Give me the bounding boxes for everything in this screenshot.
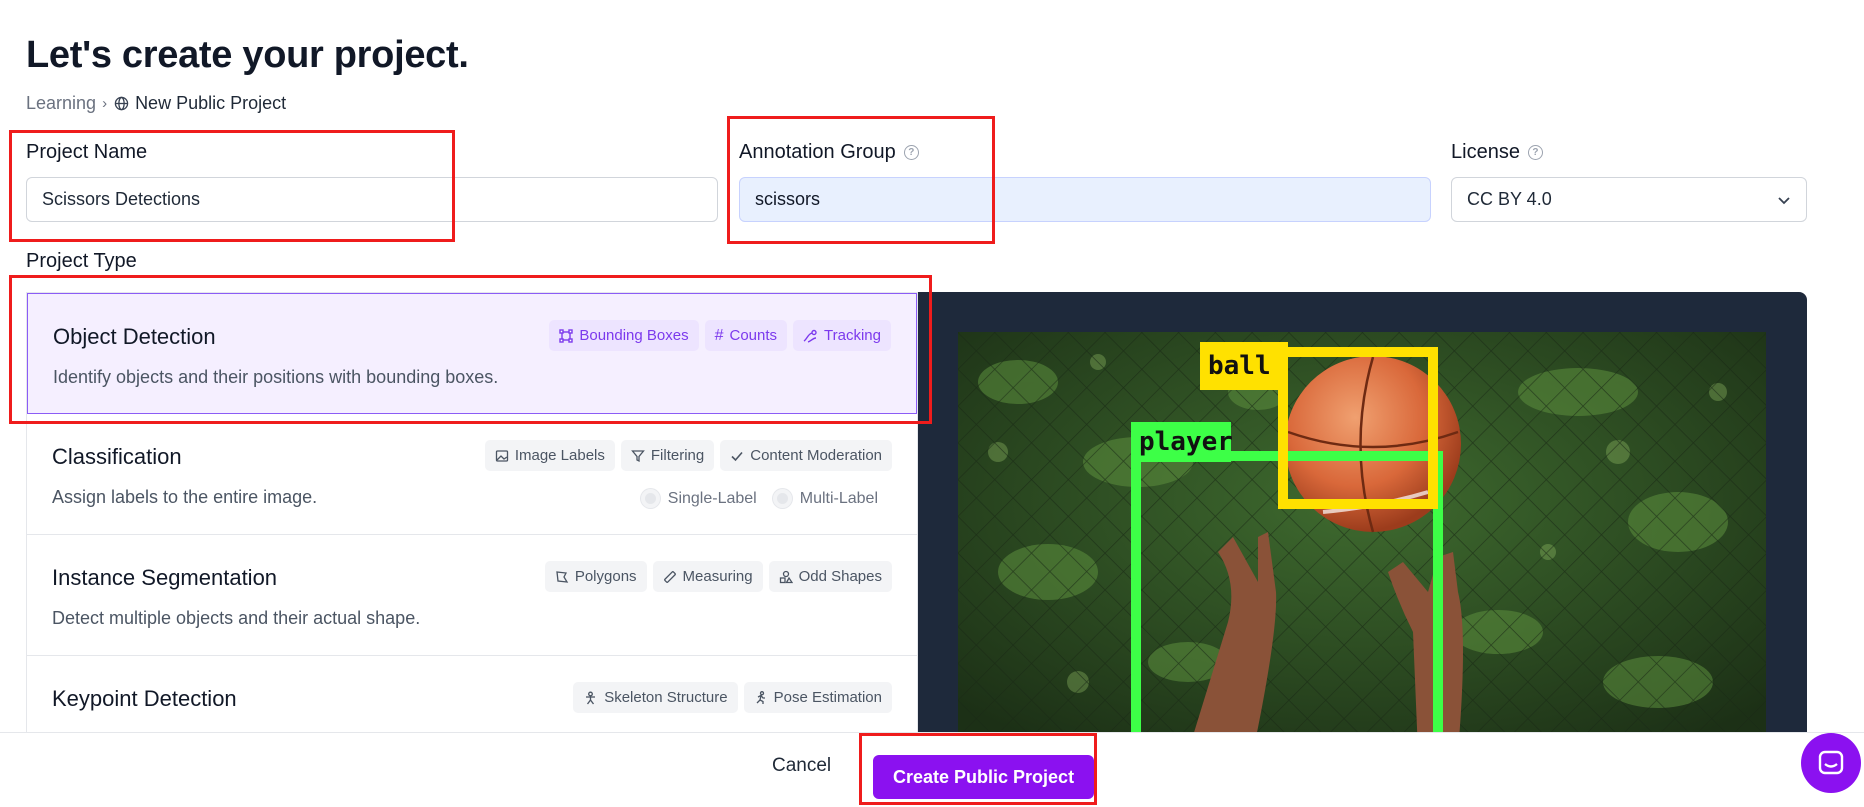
tag-odd-shapes: Odd Shapes xyxy=(768,561,892,592)
project-name-label: Project Name xyxy=(26,141,148,163)
check-icon xyxy=(731,451,743,461)
project-type-instance-segmentation[interactable]: Instance Segmentation Detect multiple ob… xyxy=(27,535,917,656)
tag-measuring: Measuring xyxy=(652,561,763,592)
tag-content-moderation: Content Moderation xyxy=(720,440,892,471)
create-public-project-button[interactable]: Create Public Project xyxy=(873,755,1095,799)
shapes-icon xyxy=(779,570,793,583)
basketball-illustration: player ball xyxy=(958,332,1766,732)
project-type-description: Detect multiple objects and their actual… xyxy=(52,608,421,628)
license-selected-value: CC BY 4.0 xyxy=(1467,189,1552,209)
project-type-description: Identify objects and their positions wit… xyxy=(53,367,499,387)
help-icon[interactable]: ? xyxy=(903,145,919,160)
project-type-label: Project Type xyxy=(26,250,137,272)
polygon-icon xyxy=(556,570,569,583)
annotation-group-label: Annotation Group ? xyxy=(739,141,919,164)
tag-polygons: Polygons xyxy=(544,561,647,592)
skeleton-icon xyxy=(586,691,596,704)
filter-icon xyxy=(631,449,645,462)
image-icon xyxy=(495,449,508,462)
project-type-classification[interactable]: Classification Assign labels to the enti… xyxy=(27,414,917,535)
breadcrumb-current: New Public Project xyxy=(135,93,287,113)
single-label-radio[interactable]: Single-Label xyxy=(640,489,757,508)
chevron-down-icon xyxy=(1778,196,1790,204)
project-name-input[interactable] xyxy=(26,177,718,222)
project-type-preview: player ball xyxy=(918,292,1807,732)
page-title: Let's create your project. xyxy=(26,34,469,76)
project-type-object-detection[interactable]: Object Detection Identify objects and th… xyxy=(27,293,917,414)
footer-bar: Cancel Create Public Project xyxy=(0,732,1864,807)
cancel-button[interactable]: Cancel xyxy=(772,755,831,777)
multi-label-radio[interactable]: Multi-Label xyxy=(772,489,878,508)
tag-filtering: Filtering xyxy=(620,440,715,471)
chat-launcher[interactable] xyxy=(1801,733,1861,793)
hash-icon: # xyxy=(714,326,724,344)
globe-icon xyxy=(114,96,129,111)
ruler-icon xyxy=(663,570,676,583)
tag-pose-estimation: Pose Estimation xyxy=(743,682,892,713)
chat-icon xyxy=(1818,750,1844,775)
tag-image-labels: Image Labels xyxy=(484,440,615,471)
bounding-box-icon xyxy=(559,328,574,343)
ball-label: ball xyxy=(1208,351,1271,381)
example-image: player ball xyxy=(958,332,1766,732)
breadcrumb-parent[interactable]: Learning xyxy=(26,93,96,114)
breadcrumb: Learning › New Public Project xyxy=(26,93,286,114)
tag-bounding-boxes: Bounding Boxes xyxy=(549,320,699,351)
license-select[interactable]: CC BY 4.0 xyxy=(1451,177,1807,222)
project-type-keypoint-detection[interactable]: Keypoint Detection Skeleton Structure Po… xyxy=(27,656,917,732)
running-person-icon xyxy=(756,690,765,704)
chevron-right-icon: › xyxy=(102,95,108,112)
tracking-icon xyxy=(803,329,817,343)
help-icon[interactable]: ? xyxy=(1527,145,1543,160)
tag-skeleton-structure: Skeleton Structure xyxy=(573,682,738,713)
project-type-list: Object Detection Identify objects and th… xyxy=(26,292,918,732)
annotation-group-input[interactable] xyxy=(739,177,1431,222)
tag-tracking: Tracking xyxy=(793,320,891,351)
tag-counts: # Counts xyxy=(704,320,788,351)
license-label: License ? xyxy=(1451,141,1543,164)
player-label: player xyxy=(1139,427,1233,457)
